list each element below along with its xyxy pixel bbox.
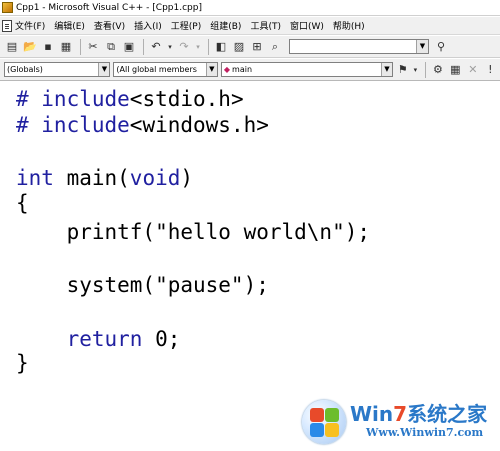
- code-token: <stdio.h>: [129, 87, 244, 111]
- code-line[interactable]: {: [16, 190, 29, 216]
- code-line[interactable]: }: [16, 350, 29, 376]
- code-line[interactable]: # include<stdio.h>: [16, 86, 244, 112]
- find-combo[interactable]: ▼: [289, 39, 429, 54]
- window-list-icon[interactable]: ⊞: [249, 39, 265, 55]
- code-token: }: [16, 351, 29, 375]
- workspace-icon[interactable]: ◧: [213, 39, 229, 55]
- redo-icon[interactable]: ↷: [176, 39, 192, 55]
- watermark-brand-cn: 系统之家: [407, 402, 488, 426]
- menu-help[interactable]: 帮助(H): [333, 19, 365, 32]
- output-window-icon[interactable]: ▨: [231, 39, 247, 55]
- save-all-icon[interactable]: ▦: [58, 39, 74, 55]
- code-token: {: [16, 191, 29, 215]
- chevron-down-icon[interactable]: ▼: [416, 40, 428, 53]
- watermark-brand-win: Win: [350, 402, 394, 426]
- menu-insert[interactable]: 插入(I): [134, 19, 162, 32]
- code-line[interactable]: printf("hello world\n");: [16, 219, 370, 245]
- code-token: printf("hello world\n");: [16, 220, 371, 244]
- execute-icon[interactable]: !: [483, 62, 498, 78]
- code-line[interactable]: return 0;: [16, 326, 181, 352]
- code-keyword: void: [129, 166, 181, 190]
- open-folder-icon[interactable]: 📂: [22, 39, 38, 55]
- toolbar-separator: [143, 38, 144, 55]
- code-token: ): [180, 166, 194, 190]
- new-text-file-icon[interactable]: ▤: [4, 39, 20, 55]
- menu-edit[interactable]: 编辑(E): [54, 19, 85, 32]
- scope-combo-value: (Globals): [7, 65, 43, 74]
- standard-toolbar: ▤ 📂 ▪ ▦ ✂ ⧉ ▣ ↶ ▾ ↷ ▾ ◧ ▨ ⊞ ⌕ ▼ ⚲: [0, 36, 500, 58]
- undo-icon[interactable]: ↶: [148, 39, 164, 55]
- code-line[interactable]: # include<windows.h>: [16, 112, 269, 138]
- function-combo-value: main: [232, 65, 253, 74]
- toolbar-separator: [80, 38, 81, 55]
- find-icon[interactable]: ⚲: [433, 39, 449, 55]
- code-token: main(: [53, 166, 130, 190]
- code-keyword: # include: [16, 87, 130, 111]
- wizard-action-icon[interactable]: ⚑: [396, 62, 410, 78]
- members-combo-value: (All global members: [116, 65, 197, 74]
- paste-icon[interactable]: ▣: [121, 39, 137, 55]
- code-line[interactable]: system("pause");: [16, 272, 269, 298]
- code-token: system("pause");: [16, 273, 269, 297]
- menu-bar: 文件(F) 编辑(E) 查看(V) 插入(I) 工程(P) 组建(B) 工具(T…: [0, 17, 500, 35]
- save-icon[interactable]: ▪: [40, 39, 56, 55]
- app-icon: [2, 2, 13, 13]
- scope-combo[interactable]: (Globals) ▼: [4, 62, 111, 77]
- code-keyword: return: [66, 327, 143, 351]
- window-title: Cpp1 - Microsoft Visual C++ - [Cpp1.cpp]: [16, 2, 202, 13]
- document-icon[interactable]: [2, 19, 12, 32]
- stop-build-icon[interactable]: ✕: [465, 62, 480, 78]
- watermark-brand: Win7系统之家: [350, 398, 487, 427]
- wizard-dropdown-icon[interactable]: ▾: [412, 62, 420, 78]
- menu-view[interactable]: 查看(V): [94, 19, 125, 32]
- menu-file[interactable]: 文件(F): [15, 19, 45, 32]
- undo-dropdown-icon[interactable]: ▾: [166, 39, 174, 55]
- find-in-files-icon[interactable]: ⌕: [267, 39, 283, 55]
- redo-dropdown-icon[interactable]: ▾: [194, 39, 202, 55]
- menu-project[interactable]: 工程(P): [171, 19, 201, 32]
- cut-icon[interactable]: ✂: [85, 39, 101, 55]
- menu-window[interactable]: 窗口(W): [290, 19, 324, 32]
- title-bar: Cpp1 - Microsoft Visual C++ - [Cpp1.cpp]: [0, 0, 500, 16]
- members-combo[interactable]: (All global members ▼: [113, 62, 218, 77]
- chevron-down-icon[interactable]: ▼: [98, 63, 110, 76]
- toolbar-separator: [208, 38, 209, 55]
- menu-tools[interactable]: 工具(T): [250, 19, 281, 32]
- watermark-brand-seven: 7: [393, 402, 408, 426]
- code-token: <windows.h>: [129, 113, 269, 137]
- function-combo[interactable]: ◆ main ▼: [220, 62, 393, 77]
- code-token: 0;: [142, 327, 181, 351]
- toolbar-separator: [425, 61, 427, 78]
- build-icon[interactable]: ▦: [448, 62, 463, 78]
- menu-build[interactable]: 组建(B): [210, 19, 241, 32]
- watermark: Win7系统之家 Www.Winwin7.com: [300, 396, 498, 448]
- watermark-url: Www.Winwin7.com: [366, 426, 484, 439]
- windows-logo-icon: [302, 400, 346, 444]
- copy-icon[interactable]: ⧉: [103, 39, 119, 55]
- code-keyword: # include: [16, 113, 130, 137]
- code-line[interactable]: int main(void): [16, 165, 193, 191]
- wizard-bar: (Globals) ▼ (All global members ▼ ◆ main …: [0, 59, 500, 81]
- function-icon: ◆: [223, 65, 231, 74]
- chevron-down-icon[interactable]: ▼: [205, 63, 217, 76]
- chevron-down-icon[interactable]: ▼: [380, 63, 392, 76]
- compile-icon[interactable]: ⚙: [430, 62, 445, 78]
- code-keyword: int: [16, 166, 54, 190]
